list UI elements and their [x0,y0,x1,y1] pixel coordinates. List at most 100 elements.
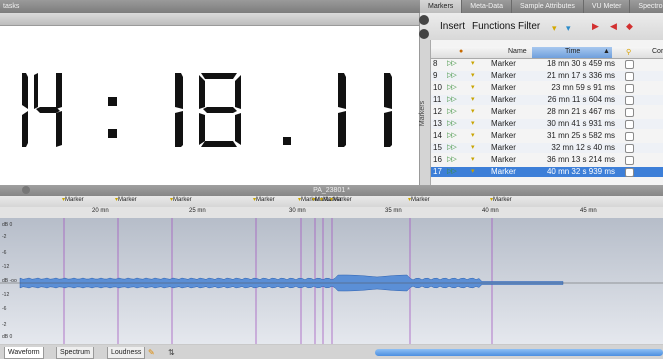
marker-flag-icon[interactable]: ▾ [471,107,475,117]
markers-sidebar: Markers [419,40,431,185]
waveform-marker[interactable]: ▾Marker [62,196,84,203]
marker-lock-checkbox[interactable] [625,60,634,69]
play-marker-icon[interactable]: ▶ [592,21,599,32]
waveform-marker[interactable]: ▾Marker [490,196,512,203]
insert-button[interactable]: Insert [440,21,465,32]
filter-flag-icon[interactable]: ▾ [552,23,557,34]
marker-row[interactable]: 10 ▷▷ ▾ Marker 23 mn 59 s 91 ms [431,83,663,93]
db-label: dB 0 [2,222,13,228]
cor-column-header[interactable]: Cor [652,48,663,58]
marker-lock-checkbox[interactable] [625,156,634,165]
marker-row[interactable]: 15 ▷▷ ▾ Marker 32 mn 12 s 40 ms [431,143,663,153]
tab-spectrum[interactable]: Spectrum [56,347,94,359]
marker-name[interactable]: Marker [491,131,516,141]
waveform-area[interactable]: dB 0 -2 -6 -12 dB -oo -12 -6 -2 dB 0 [0,218,663,344]
marker-flag-icon[interactable]: ▾ [471,71,475,81]
waveform-marker[interactable]: ▾Marker [115,196,137,203]
marker-flag-icon[interactable]: ▾ [471,95,475,105]
marker-name[interactable]: Marker [491,119,516,129]
panel-tabs: Markers Meta-Data Sample Attributes VU M… [420,0,663,13]
waveform-marker[interactable]: ▾Marker [170,196,192,203]
levels-icon[interactable]: ⇅ [168,348,175,357]
close-icon[interactable] [22,186,30,194]
tab-sample-attributes[interactable]: Sample Attributes [512,0,584,13]
marker-name[interactable]: Marker [491,95,516,105]
marker-lock-checkbox[interactable] [625,120,634,129]
marker-name[interactable]: Marker [491,83,516,93]
marker-number: 9 [433,71,438,80]
marker-row[interactable]: 9 ▷▷ ▾ Marker 21 mn 17 s 336 ms [431,71,663,81]
marker-row[interactable]: 8 ▷▷ ▾ Marker 18 mn 30 s 459 ms [431,59,663,69]
marker-lock-checkbox[interactable] [625,84,634,93]
marker-type-icon: ▷▷ [447,168,457,175]
waveform-marker[interactable]: ▾Marker [253,196,275,203]
tasks-bar: tasks [0,0,420,13]
marker-number: 13 [433,119,442,128]
tab-loudness[interactable]: Loudness [107,347,146,359]
marker-lock-checkbox[interactable] [625,132,634,141]
marker-flag-icon[interactable]: ▾ [471,83,475,93]
marker-name[interactable]: Marker [491,59,516,69]
tab-vu-meter[interactable]: VU Meter [584,0,631,13]
pen-icon[interactable]: ✎ [148,348,155,357]
functions-button[interactable]: Functions [472,21,515,32]
marker-row[interactable]: 13 ▷▷ ▾ Marker 30 mn 41 s 931 ms [431,119,663,129]
marker-row[interactable]: 11 ▷▷ ▾ Marker 26 mn 11 s 604 ms [431,95,663,105]
marker-type-icon: ▷▷ [447,108,457,115]
marker-name[interactable]: Marker [491,143,516,153]
waveform-marker[interactable]: ▾Marker [330,196,352,203]
marker-row[interactable]: 14 ▷▷ ▾ Marker 31 mn 25 s 582 ms [431,131,663,141]
horizontal-scrollbar[interactable] [375,349,663,356]
tab-waveform[interactable]: Waveform [4,347,44,359]
filter-flag-blue-icon[interactable]: ▾ [566,23,571,34]
markers-panel: Insert Functions Filter ▾ ▾ ▶ ◀ ◆ Marker… [419,13,663,185]
tab-meta-data[interactable]: Meta-Data [462,0,512,13]
marker-lock-checkbox[interactable] [625,168,634,177]
time-column-header[interactable]: Time [565,48,580,58]
marker-flag-icon[interactable]: ▾ [471,119,475,129]
gear-icon[interactable] [419,29,429,39]
ruler-label: 45 mn [580,208,597,214]
marker-time[interactable]: 21 mn 17 s 336 ms [529,71,615,81]
marker-lock-checkbox[interactable] [625,72,634,81]
marker-flag-icon[interactable]: ▾ [471,131,475,141]
marker-row[interactable]: 17 ▷▷ ▾ Marker 40 mn 32 s 939 ms [431,167,663,177]
marker-time[interactable]: 28 mn 21 s 467 ms [529,107,615,117]
previous-marker-icon[interactable]: ◀ [610,21,617,32]
marker-lock-checkbox[interactable] [625,96,634,105]
marker-flag-icon[interactable]: ▾ [471,155,475,165]
markers-toolbar: Insert Functions Filter ▾ ▾ ▶ ◀ ◆ [419,13,663,40]
marker-flag-icon[interactable]: ▾ [471,59,475,69]
marker-name[interactable]: Marker [491,155,516,165]
db-label: dB 0 [2,334,13,340]
marker-flag-icon[interactable]: ▾ [471,167,475,177]
marker-flag-icon[interactable]: ▾ [471,143,475,153]
marker-time[interactable]: 18 mn 30 s 459 ms [529,59,615,69]
marker-time[interactable]: 23 mn 59 s 91 ms [529,83,615,93]
marker-row[interactable]: 12 ▷▷ ▾ Marker 28 mn 21 s 467 ms [431,107,663,117]
add-marker-icon[interactable]: ◆ [626,21,633,32]
tab-spectro[interactable]: Spectro [630,0,663,13]
marker-row[interactable]: 16 ▷▷ ▾ Marker 36 mn 13 s 214 ms [431,155,663,165]
marker-time[interactable]: 36 mn 13 s 214 ms [529,155,615,165]
marker-name[interactable]: Marker [491,167,516,177]
name-column-header[interactable]: Name [508,48,527,58]
marker-time[interactable]: 40 mn 32 s 939 ms [529,167,615,177]
marker-name[interactable]: Marker [491,71,516,81]
marker-time[interactable]: 32 mn 12 s 40 ms [529,143,615,153]
filter-button[interactable]: Filter [518,21,540,32]
marker-time[interactable]: 26 mn 11 s 604 ms [529,95,615,105]
marker-lock-checkbox[interactable] [625,144,634,153]
marker-number: 8 [433,59,438,68]
marker-time[interactable]: 31 mn 25 s 582 ms [529,131,615,141]
tab-markers[interactable]: Markers [420,0,463,13]
clock-panel: 14 18 11 [0,13,420,185]
close-icon[interactable] [419,15,429,25]
waveform-graph[interactable]: dB 0-2-6-12dB -oo-12-6-2dB 0 [0,218,663,344]
marker-lock-checkbox[interactable] [625,108,634,117]
waveform-marker[interactable]: ▾Marker [408,196,430,203]
marker-time[interactable]: 30 mn 41 s 931 ms [529,119,615,129]
marker-name[interactable]: Marker [491,107,516,117]
search-icon: ⚲ [626,49,632,56]
marker-type-icon: ▷▷ [447,96,457,103]
